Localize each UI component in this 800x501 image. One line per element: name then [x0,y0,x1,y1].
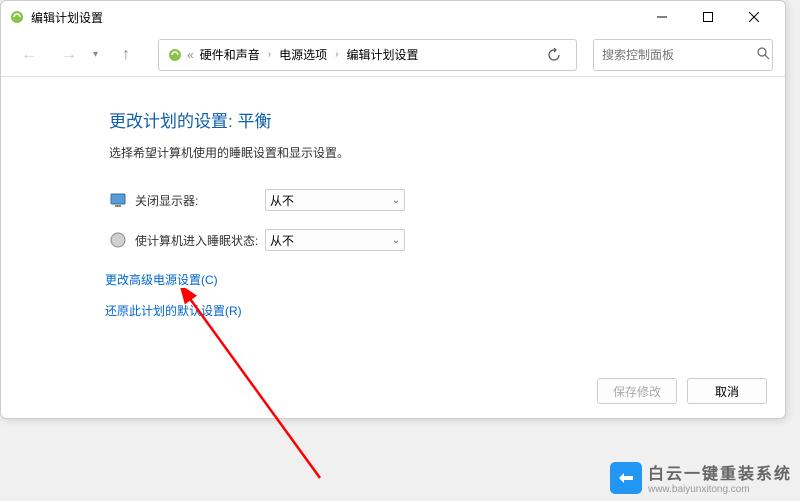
save-button[interactable]: 保存修改 [597,378,677,404]
watermark-logo-icon [610,462,642,494]
chevron-right-icon: › [264,49,275,60]
moon-icon [109,231,127,249]
back-button[interactable]: ← [13,39,45,71]
watermark-url: www.baiyunxitong.com [648,484,792,495]
breadcrumb-item[interactable]: 电源选项 [275,44,331,65]
breadcrumb: 硬件和声音 › 电源选项 › 编辑计划设置 [196,44,540,65]
display-off-value: 从不 [270,192,294,209]
chevron-right-icon: › [331,49,342,60]
display-off-label: 关闭显示器: [135,192,265,209]
minimize-button[interactable] [639,1,685,33]
close-button[interactable] [731,1,777,33]
display-off-row: 关闭显示器: 从不 ⌄ [109,189,785,211]
watermark: 白云一键重装系统 www.baiyunxitong.com [610,460,792,495]
links-section: 更改高级电源设置(C) 还原此计划的默认设置(R) [105,271,785,319]
search-box[interactable] [593,39,773,71]
chevron-down-icon: ⌄ [392,235,400,246]
sleep-label: 使计算机进入睡眠状态: [135,232,265,249]
navigation-bar: ← → ▾ ↑ « 硬件和声音 › 电源选项 › 编辑计划设置 [1,33,785,77]
watermark-text: 白云一键重装系统 www.baiyunxitong.com [648,460,792,495]
restore-defaults-link[interactable]: 还原此计划的默认设置(R) [105,302,785,319]
location-icon [167,47,183,63]
window-controls [639,1,777,33]
page-description: 选择希望计算机使用的睡眠设置和显示设置。 [109,144,785,161]
breadcrumb-item[interactable]: 编辑计划设置 [342,44,422,65]
forward-button[interactable]: → [53,39,85,71]
monitor-icon [109,191,127,209]
refresh-button[interactable] [540,41,568,69]
window: 编辑计划设置 ← → ▾ ↑ « 硬件和声音 › [0,0,786,419]
content-area: 更改计划的设置: 平衡 选择希望计算机使用的睡眠设置和显示设置。 关闭显示器: … [1,77,785,319]
advanced-settings-link[interactable]: 更改高级电源设置(C) [105,271,785,288]
breadcrumb-item[interactable]: 硬件和声音 [196,44,264,65]
search-input[interactable] [602,48,757,62]
cancel-button[interactable]: 取消 [687,378,767,404]
app-icon [9,9,25,25]
sleep-select[interactable]: 从不 ⌄ [265,229,405,251]
address-bar[interactable]: « 硬件和声音 › 电源选项 › 编辑计划设置 [158,39,577,71]
watermark-title: 白云一键重装系统 [648,460,792,484]
sleep-value: 从不 [270,232,294,249]
search-icon[interactable] [757,47,770,63]
maximize-button[interactable] [685,1,731,33]
history-dropdown-icon[interactable]: ▾ [93,49,98,60]
up-button[interactable]: ↑ [110,39,142,71]
action-buttons: 保存修改 取消 [597,378,767,404]
chevron-down-icon: ⌄ [392,195,400,206]
page-title: 更改计划的设置: 平衡 [109,107,785,132]
titlebar: 编辑计划设置 [1,1,785,33]
display-off-select[interactable]: 从不 ⌄ [265,189,405,211]
sleep-row: 使计算机进入睡眠状态: 从不 ⌄ [109,229,785,251]
window-title: 编辑计划设置 [31,9,639,26]
